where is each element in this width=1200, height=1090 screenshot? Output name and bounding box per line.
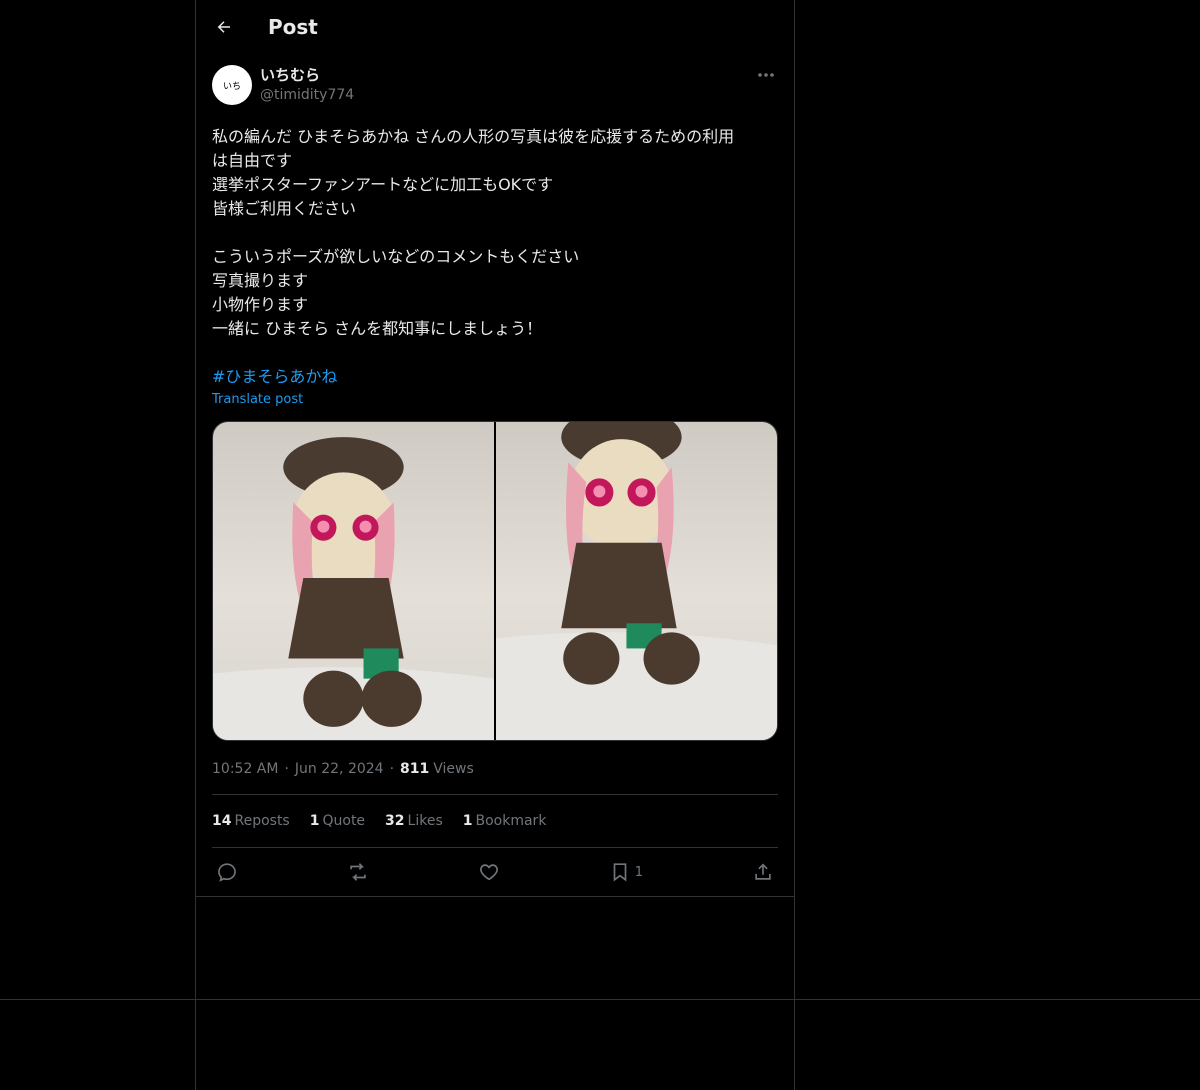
post-text-line	[212, 221, 778, 245]
divider	[196, 896, 794, 897]
post-text-line: は自由です	[212, 151, 293, 170]
views-label: Views	[433, 761, 474, 777]
bookmarks-stat[interactable]: 1 Bookmark	[463, 813, 547, 829]
like-button[interactable]	[478, 861, 500, 883]
post-column: Post いち いちむら @timidity774 私の編んだ ひまそらあかね …	[196, 0, 794, 897]
post-text-line: 選挙ポスターファンアートなどに加工もOKです	[212, 175, 554, 194]
likes-stat[interactable]: 32 Likes	[385, 813, 443, 829]
user-handle[interactable]: @timidity774	[260, 85, 354, 105]
post-stats: 14 Reposts 1 Quote 32 Likes 1 Bookmark	[196, 795, 794, 847]
post-meta: 10:52 AM · Jun 22, 2024 · 811 Views	[196, 757, 794, 781]
post-text-line: 写真撮ります	[212, 271, 309, 290]
views-count: 811	[400, 761, 430, 777]
meta-separator: ·	[389, 761, 395, 777]
bookmark-count: 1	[634, 864, 644, 880]
post-header: Post	[196, 0, 794, 53]
action-bar: 1	[196, 848, 794, 896]
doll-image	[496, 422, 777, 740]
bookmark-button[interactable]: 1	[609, 861, 643, 883]
like-icon	[479, 864, 498, 881]
back-button[interactable]	[206, 9, 242, 45]
display-name[interactable]: いちむら	[260, 65, 354, 85]
post-time[interactable]: 10:52 AM	[212, 761, 278, 777]
post-text-line: 私の編んだ ひまそらあかね さんの人形の写真は彼を応援するための利用	[212, 127, 735, 146]
post-text: 私の編んだ ひまそらあかね さんの人形の写真は彼を応援するための利用 は自由です…	[196, 125, 794, 341]
doll-image	[213, 437, 494, 740]
reply-button[interactable]	[216, 861, 238, 883]
bookmark-icon	[613, 863, 627, 882]
avatar[interactable]: いち	[212, 65, 252, 105]
repost-icon	[350, 863, 366, 881]
more-button[interactable]	[754, 65, 778, 85]
post-text-line: 小物作ります	[212, 295, 309, 314]
post-text-line: こういうポーズが欲しいなどのコメントもください	[212, 247, 580, 266]
share-button[interactable]	[752, 861, 774, 883]
post-text-line: 皆様ご利用ください	[212, 199, 357, 218]
repost-button[interactable]	[347, 861, 369, 883]
right-column-border	[794, 0, 795, 1090]
post-date[interactable]: Jun 22, 2024	[295, 761, 384, 777]
photo-1[interactable]	[213, 422, 494, 740]
reposts-stat[interactable]: 14 Reposts	[212, 813, 290, 829]
media-grid	[212, 421, 778, 741]
more-icon	[758, 73, 774, 77]
page-title: Post	[268, 14, 318, 39]
arrow-left-icon	[217, 20, 230, 33]
photo-2[interactable]	[496, 422, 777, 740]
meta-separator: ·	[284, 761, 289, 777]
share-icon	[755, 863, 771, 880]
translate-link[interactable]: Translate post	[196, 389, 794, 411]
post-text-line: 一緒に ひまそら さんを都知事にしましょう！	[212, 319, 543, 338]
reply-icon	[218, 863, 236, 882]
page-divider	[0, 999, 1200, 1000]
quotes-stat[interactable]: 1 Quote	[310, 813, 365, 829]
post-author: いち いちむら @timidity774	[196, 53, 794, 109]
hashtag-link[interactable]: #ひまそらあかね	[196, 365, 794, 389]
